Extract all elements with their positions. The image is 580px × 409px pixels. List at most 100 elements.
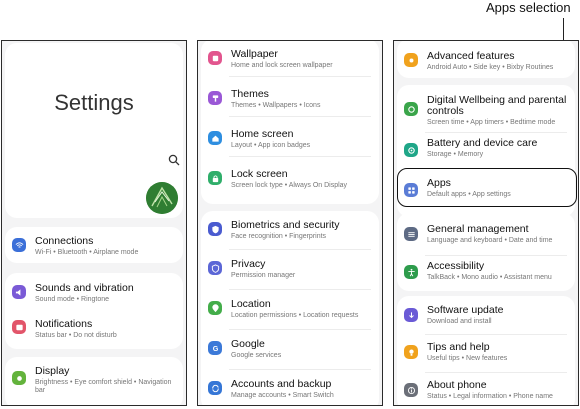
- battery-icon: [404, 143, 418, 157]
- notification-icon: [12, 320, 26, 334]
- item-title: Software update: [427, 304, 504, 316]
- appearance-card: Wallpaper Home and lock screen wallpaper…: [201, 41, 379, 204]
- item-subtitle: Sound mode • Ringtone: [35, 296, 110, 303]
- account-card[interactable]: [5, 181, 183, 217]
- item-subtitle: Android Auto • Side key • Bixby Routines: [427, 64, 554, 71]
- privacy-icon: [208, 261, 222, 275]
- management-card: General management Language and keyboard…: [397, 213, 575, 291]
- settings-item-connections[interactable]: Connections Wi-Fi • Bluetooth • Airplane…: [5, 227, 183, 263]
- item-title: Notifications: [35, 318, 93, 330]
- settings-item-accounts[interactable]: Accounts and backup Manage accounts • Sm…: [201, 371, 379, 405]
- item-subtitle: Download and install: [427, 318, 492, 325]
- support-card: Software update Download and install Tip…: [397, 296, 575, 405]
- settings-item-sounds[interactable]: Sounds and vibration Sound mode • Ringto…: [5, 273, 183, 311]
- settings-list-panel-3: Advanced features Android Auto • Side ke…: [393, 40, 579, 406]
- item-title: Sounds and vibration: [35, 282, 134, 294]
- security-card: Biometrics and security Face recognition…: [201, 211, 379, 405]
- item-subtitle-continued: bar: [35, 387, 46, 394]
- sound-icon: [12, 285, 26, 299]
- item-title: Biometrics and security: [231, 219, 340, 231]
- accessibility-icon: [404, 265, 418, 279]
- item-subtitle: Brightness • Eye comfort shield • Naviga…: [35, 379, 172, 386]
- settings-item-location[interactable]: Location Location permissions • Location…: [201, 291, 379, 331]
- settings-item-themes[interactable]: Themes Themes • Wallpapers • Icons: [201, 82, 379, 120]
- settings-item-privacy[interactable]: Privacy Permission manager: [201, 251, 379, 291]
- display-card: Display Brightness • Eye comfort shield …: [5, 357, 183, 405]
- item-title: Connections: [35, 235, 94, 247]
- settings-item-general-management[interactable]: General management Language and keyboard…: [397, 213, 575, 251]
- item-title: Display: [35, 365, 70, 377]
- accounts-icon: [208, 381, 222, 395]
- page-title: Settings: [54, 90, 134, 115]
- info-icon: [404, 383, 418, 397]
- item-subtitle: TalkBack • Mono audio • Assistant menu: [427, 274, 552, 281]
- item-title: Home screen: [231, 128, 294, 140]
- item-subtitle: Layout • App icon badges: [231, 142, 311, 149]
- settings-item-tips[interactable]: Tips and help Useful tips • New features: [397, 334, 575, 372]
- item-subtitle: Status • Legal information • Phone name: [427, 393, 553, 400]
- settings-item-google[interactable]: G Google Google services: [201, 331, 379, 371]
- settings-item-notifications[interactable]: Notifications Status bar • Do not distur…: [5, 311, 183, 349]
- advanced-icon: [404, 53, 418, 67]
- apps-selection-callout-label: Apps selection: [486, 0, 571, 15]
- avatar[interactable]: [146, 182, 178, 214]
- item-subtitle: Screen lock type • Always On Display: [231, 182, 348, 189]
- search-icon[interactable]: [168, 154, 180, 166]
- item-title: Wallpaper: [231, 48, 278, 60]
- update-icon: [404, 308, 418, 322]
- apps-selection-highlight: [397, 168, 577, 207]
- settings-main-panel: Settings Connections Wi-Fi • Bluetooth •…: [1, 40, 187, 406]
- item-title: Accounts and backup: [231, 378, 332, 390]
- svg-text:G: G: [212, 344, 218, 353]
- advanced-card: Advanced features Android Auto • Side ke…: [397, 41, 575, 78]
- item-subtitle: Home and lock screen wallpaper: [231, 62, 333, 69]
- item-title: Themes: [231, 88, 269, 100]
- item-subtitle: Storage • Memory: [427, 151, 484, 158]
- settings-list-panel-2: Wallpaper Home and lock screen wallpaper…: [197, 40, 383, 406]
- item-title: Battery and device care: [427, 137, 538, 149]
- item-subtitle: Manage accounts • Smart Switch: [231, 392, 334, 399]
- item-subtitle: Useful tips • New features: [427, 355, 508, 362]
- location-icon: [208, 301, 222, 315]
- themes-icon: [208, 91, 222, 105]
- settings-item-home-screen[interactable]: Home screen Layout • App icon badges: [201, 122, 379, 160]
- item-subtitle: Themes • Wallpapers • Icons: [231, 102, 321, 109]
- settings-item-software-update[interactable]: Software update Download and install: [397, 296, 575, 334]
- sound-notifications-card: Sounds and vibration Sound mode • Ringto…: [5, 273, 183, 349]
- item-subtitle: Status bar • Do not disturb: [35, 332, 117, 339]
- item-title: Location: [231, 298, 271, 310]
- item-title: General management: [427, 223, 529, 235]
- shield-icon: [208, 222, 222, 236]
- display-icon: [12, 371, 26, 385]
- item-subtitle: Screen time • App timers • Bedtime mode: [427, 119, 556, 126]
- wallpaper-icon: [208, 51, 222, 65]
- settings-item-lock-screen[interactable]: Lock screen Screen lock type • Always On…: [201, 162, 379, 200]
- connections-card: Connections Wi-Fi • Bluetooth • Airplane…: [5, 227, 183, 263]
- tips-icon: [404, 345, 418, 359]
- google-icon: G: [208, 341, 222, 355]
- settings-item-biometrics[interactable]: Biometrics and security Face recognition…: [201, 211, 379, 251]
- settings-item-battery[interactable]: Battery and device care Storage • Memory: [397, 133, 575, 171]
- item-subtitle: Permission manager: [231, 272, 296, 279]
- item-title: Privacy: [231, 258, 266, 270]
- item-title: About phone: [427, 379, 487, 391]
- settings-item-accessibility[interactable]: Accessibility TalkBack • Mono audio • As…: [397, 253, 575, 291]
- item-title: Lock screen: [231, 168, 288, 180]
- wellbeing-icon: [404, 102, 418, 116]
- item-subtitle: Face recognition • Fingerprints: [231, 233, 327, 240]
- home-icon: [208, 131, 222, 145]
- settings-item-digital-wellbeing[interactable]: Digital Wellbeing and parental controls …: [397, 85, 575, 129]
- item-subtitle: Google services: [231, 352, 282, 359]
- lock-icon: [208, 171, 222, 185]
- settings-item-about-phone[interactable]: About phone Status • Legal information •…: [397, 372, 575, 405]
- item-subtitle: Language and keyboard • Date and time: [427, 237, 553, 244]
- wifi-icon: [12, 238, 26, 252]
- item-title: Accessibility: [427, 260, 485, 272]
- settings-item-advanced-features[interactable]: Advanced features Android Auto • Side ke…: [397, 41, 575, 78]
- general-icon: [404, 227, 418, 241]
- item-title: Google: [231, 338, 265, 350]
- item-title-continued: controls: [427, 105, 464, 117]
- item-subtitle: Location permissions • Location requests: [231, 312, 359, 319]
- settings-item-display[interactable]: Display Brightness • Eye comfort shield …: [5, 357, 183, 405]
- item-title: Advanced features: [427, 50, 515, 62]
